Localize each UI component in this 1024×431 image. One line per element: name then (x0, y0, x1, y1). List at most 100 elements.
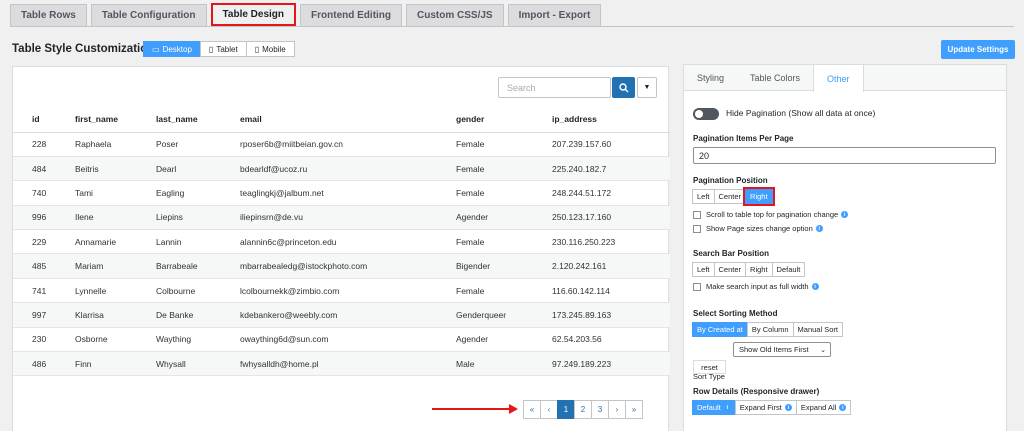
table-row: 486 Finn Whysall fwhysalldh@home.pl Male 97.2… (13, 351, 670, 377)
table-header-row: id first_name last_name email gender ip_… (13, 107, 670, 133)
device-mobile-label: Mobile (262, 44, 286, 54)
pagination-last[interactable]: » (625, 400, 643, 419)
info-icon[interactable]: i (841, 211, 849, 218)
table-cell: Female (437, 156, 533, 182)
table-cell: Lynnelle (56, 278, 137, 304)
table-cell: Eagling (137, 180, 221, 206)
tab-custom-css-js[interactable]: Custom CSS/JS (406, 4, 504, 26)
tab-table-rows[interactable]: Table Rows (10, 4, 87, 26)
table-cell: Female (437, 132, 533, 157)
pagination-next[interactable]: › (608, 400, 626, 419)
checkbox[interactable] (693, 282, 701, 291)
pagination-prev[interactable]: ‹ (540, 400, 558, 419)
pagination-position-center[interactable]: Center (713, 189, 747, 204)
table-cell: teaglingkj@jalbum.net (221, 180, 437, 206)
row-details-expand-all[interactable]: Expand All i (795, 400, 852, 415)
sort-manual[interactable]: Manual Sort (792, 322, 843, 337)
info-icon[interactable]: i (784, 404, 792, 411)
device-tablet-label: Tablet (216, 44, 238, 54)
search-bar-right[interactable]: Right (745, 262, 773, 277)
table-cell: Barrabeale (137, 253, 221, 279)
table-cell: Ilene (56, 205, 137, 231)
row-details-label: Row Details (Responsive drawer) (693, 387, 820, 396)
row-details-group: Default i Expand First i Expand All i (692, 400, 852, 415)
pagination-page-1[interactable]: 1 (557, 400, 575, 419)
sort-type-value: Show Old Items First (739, 345, 809, 354)
search-bar-center[interactable]: Center (713, 262, 747, 277)
info-icon[interactable]: i (811, 283, 819, 290)
table-cell: Bigender (437, 253, 533, 279)
settings-tab-table-colors[interactable]: Table Colors (737, 65, 813, 90)
column-header[interactable]: first_name (56, 107, 137, 133)
pagination-page-2[interactable]: 2 (574, 400, 592, 419)
row-details-expand-first[interactable]: Expand First i (734, 400, 797, 415)
pagination-position-right[interactable]: Right (743, 187, 775, 206)
settings-tab-other[interactable]: Other (813, 65, 864, 92)
table-cell: Female (437, 180, 533, 206)
column-header[interactable]: last_name (137, 107, 221, 133)
pagination-position-group: Left Center Right (692, 187, 775, 206)
search-button[interactable] (612, 77, 635, 98)
table-cell: Poser (137, 132, 221, 157)
settings-panel: Styling Table Colors Other Hide Paginati… (683, 64, 1007, 431)
pagination-first[interactable]: « (523, 400, 541, 419)
hide-pagination-label: Hide Pagination (Show all data at once) (726, 108, 876, 118)
column-header[interactable]: gender (437, 107, 533, 133)
table-cell: Lannin (137, 229, 221, 255)
table-cell: 173.245.89.163 (533, 302, 670, 328)
info-icon[interactable]: i (815, 225, 823, 232)
sorting-method-label: Select Sorting Method (693, 309, 778, 318)
column-header[interactable]: id (13, 107, 56, 133)
checkbox[interactable] (693, 224, 701, 233)
table-cell: iliepinsrn@de.vu (221, 205, 437, 231)
search-input[interactable]: Search (498, 77, 611, 98)
mobile-icon: ▯ (254, 44, 260, 54)
pagination-page-3[interactable]: 3 (591, 400, 609, 419)
tab-table-configuration[interactable]: Table Configuration (90, 4, 207, 26)
sort-by-column[interactable]: By Column (746, 322, 794, 337)
table-cell: rposer6b@miitbeian.gov.cn (221, 132, 437, 157)
reset-button[interactable]: reset (693, 360, 726, 374)
table-cell: owaything6d@sun.com (221, 327, 437, 353)
tab-frontend-editing[interactable]: Frontend Editing (300, 4, 403, 26)
update-settings-button[interactable]: Update Settings (941, 40, 1015, 59)
device-desktop-button[interactable]: ▭ Desktop (143, 41, 201, 57)
info-icon[interactable]: i (839, 404, 847, 411)
device-switcher: ▭ Desktop ▯ Tablet ▯ Mobile (143, 41, 295, 57)
settings-tab-styling[interactable]: Styling (684, 65, 737, 90)
row-details-expand-first-label: Expand First (739, 403, 782, 412)
sort-by-created-at[interactable]: By Created at (692, 322, 748, 337)
device-mobile-button[interactable]: ▯ Mobile (245, 41, 295, 57)
page-sizes-option[interactable]: Show Page sizes change option i (693, 224, 823, 233)
row-details-default[interactable]: Default i (692, 400, 736, 415)
column-header[interactable]: email (221, 107, 437, 133)
table-row: 740 Tami Eagling teaglingkj@jalbum.net Femal… (13, 180, 670, 206)
table-row: 485 Mariam Barrabeale mbarrabealedg@istockp… (13, 253, 670, 279)
search-bar-left[interactable]: Left (692, 262, 715, 277)
main-tabs: Table Rows Table Configuration Table Des… (10, 3, 605, 26)
table-cell: 97.249.189.223 (533, 351, 670, 377)
sort-type-select[interactable]: Show Old Items First ⌄ (733, 342, 831, 357)
row-details-default-label: Default (697, 403, 721, 412)
scroll-top-option[interactable]: Scroll to table top for pagination chang… (693, 210, 849, 219)
pagination-position-left[interactable]: Left (692, 189, 715, 204)
hide-pagination-toggle[interactable] (693, 108, 719, 120)
search-full-width-option[interactable]: Make search input as full width i (693, 282, 819, 291)
items-per-page-input[interactable]: 20 (693, 147, 996, 164)
table-cell: Raphaela (56, 132, 137, 157)
column-header[interactable]: ip_address (533, 107, 670, 133)
tab-import-export[interactable]: Import - Export (507, 4, 602, 26)
table-cell: Klarrisa (56, 302, 137, 328)
device-tablet-button[interactable]: ▯ Tablet (199, 41, 247, 57)
table-cell: Finn (56, 351, 137, 377)
table-cell: 997 (13, 302, 56, 328)
search-bar-default[interactable]: Default (771, 262, 806, 277)
info-icon[interactable]: i (723, 404, 731, 411)
table-cell: 230 (13, 327, 56, 353)
tab-table-design[interactable]: Table Design (210, 3, 297, 26)
checkbox[interactable] (693, 210, 701, 219)
chevron-down-icon: ⌄ (820, 346, 826, 354)
search-dropdown-button[interactable]: ▼ (637, 77, 657, 98)
table-cell: mbarrabealedg@istockphoto.com (221, 253, 437, 279)
table-cell: 228 (13, 132, 56, 157)
